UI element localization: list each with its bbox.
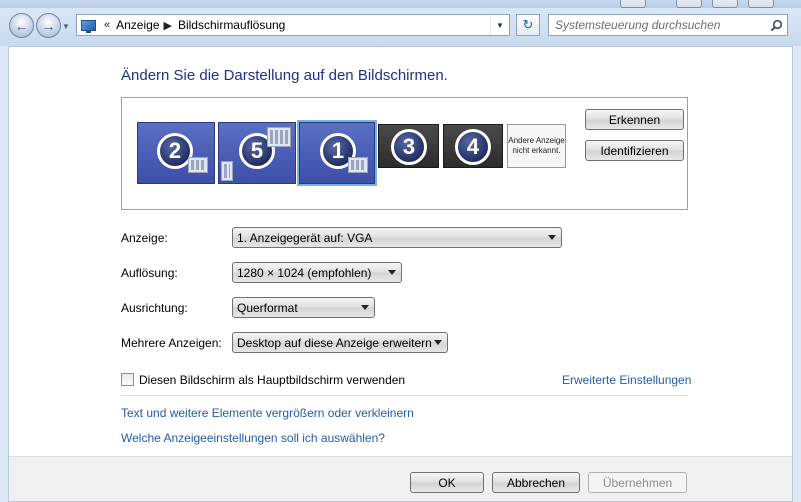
window-button-4[interactable] xyxy=(748,0,774,8)
orientation-label: Ausrichtung: xyxy=(121,301,188,315)
back-arrow-icon: ← xyxy=(14,17,29,34)
window-thumbnail-icon xyxy=(267,127,291,147)
page-title: Ändern Sie die Darstellung auf den Bilds… xyxy=(121,67,448,84)
breadcrumb-item-resolution[interactable]: Bildschirmauflösung xyxy=(178,18,285,32)
breadcrumb-overflow-icon[interactable]: « xyxy=(104,19,110,31)
orientation-select-value: Querformat xyxy=(237,300,298,315)
breadcrumb-chevron-icon[interactable]: ▶ xyxy=(164,19,172,32)
breadcrumb-dropdown-icon[interactable]: ▼ xyxy=(490,15,509,35)
monitor-number-badge: 3 xyxy=(391,129,427,165)
primary-display-checkbox[interactable] xyxy=(121,373,134,386)
text-size-link[interactable]: Text und weitere Elemente vergrößern ode… xyxy=(121,406,414,420)
monitor-icon xyxy=(81,19,96,33)
refresh-icon: ↻ xyxy=(522,17,534,32)
apply-button[interactable]: Übernehmen xyxy=(588,472,687,493)
refresh-button[interactable]: ↻ xyxy=(516,14,540,36)
display-select-value: 1. Anzeigegerät auf: VGA xyxy=(237,230,373,245)
multiple-displays-select[interactable]: Desktop auf diese Anzeige erweitern xyxy=(232,332,448,353)
monitor-5[interactable]: 5 xyxy=(218,122,296,184)
breadcrumb[interactable]: « Anzeige ▶ Bildschirmauflösung ▼ xyxy=(76,14,510,36)
detect-button[interactable]: Erkennen xyxy=(585,109,684,130)
divider xyxy=(121,395,688,396)
chevron-down-icon xyxy=(388,270,396,275)
window-thumbnail-icon xyxy=(221,161,233,181)
resolution-select-value: 1280 × 1024 (empfohlen) xyxy=(237,265,372,280)
resolution-label: Auflösung: xyxy=(121,266,178,280)
window-thumbnail-icon xyxy=(348,157,368,173)
advanced-settings-link[interactable]: Erweiterte Einstellungen xyxy=(562,373,691,387)
breadcrumb-item-anzeige[interactable]: Anzeige xyxy=(116,18,159,32)
monitor-1[interactable]: 1 xyxy=(297,120,377,186)
monitor-arrangement-panel: 2 5 1 3 4 Andere Anzeige nicht erkannt. … xyxy=(121,97,688,210)
multiple-displays-select-value: Desktop auf diese Anzeige erweitern xyxy=(237,335,432,350)
display-select[interactable]: 1. Anzeigegerät auf: VGA xyxy=(232,227,562,248)
forward-arrow-icon: → xyxy=(41,17,56,34)
identify-button[interactable]: Identifizieren xyxy=(585,140,684,161)
multiple-displays-label: Mehrere Anzeigen: xyxy=(121,336,222,350)
ok-button[interactable]: OK xyxy=(410,472,484,493)
forward-button[interactable]: → xyxy=(36,13,61,38)
dialog-button-band: OK Abbrechen Übernehmen xyxy=(9,456,792,501)
monitor-4[interactable]: 4 xyxy=(443,124,503,168)
monitor-number-badge: 4 xyxy=(455,129,491,165)
monitor-2[interactable]: 2 xyxy=(137,122,215,184)
monitor-not-detected[interactable]: Andere Anzeige nicht erkannt. xyxy=(507,124,566,168)
cancel-button[interactable]: Abbrechen xyxy=(492,472,580,493)
chevron-down-icon xyxy=(434,340,442,345)
search-input[interactable] xyxy=(549,16,765,34)
window-button-3[interactable] xyxy=(712,0,738,8)
display-label: Anzeige: xyxy=(121,231,168,245)
window-button-1[interactable] xyxy=(620,0,646,8)
recent-pages-dropdown-icon[interactable]: ▼ xyxy=(62,22,70,31)
primary-display-label[interactable]: Diesen Bildschirm als Hauptbildschirm ve… xyxy=(139,373,405,387)
window-caption-strip xyxy=(0,0,801,8)
address-bar-row: ← → ▼ « Anzeige ▶ Bildschirmauflösung ▼ … xyxy=(0,8,801,46)
chevron-down-icon xyxy=(361,305,369,310)
back-button[interactable]: ← xyxy=(9,13,34,38)
orientation-select[interactable]: Querformat xyxy=(232,297,375,318)
window-button-2[interactable] xyxy=(676,0,702,8)
which-settings-link[interactable]: Welche Anzeigeeinstellungen soll ich aus… xyxy=(121,431,385,445)
resolution-select[interactable]: 1280 × 1024 (empfohlen) xyxy=(232,262,402,283)
content-area: Ändern Sie die Darstellung auf den Bilds… xyxy=(8,46,793,502)
search-box[interactable] xyxy=(548,14,788,36)
other-display-label: Andere Anzeige nicht erkannt. xyxy=(508,136,565,155)
chevron-down-icon xyxy=(548,235,556,240)
search-icon[interactable] xyxy=(765,19,787,32)
monitor-3[interactable]: 3 xyxy=(378,124,439,168)
window-thumbnail-icon xyxy=(188,157,208,173)
